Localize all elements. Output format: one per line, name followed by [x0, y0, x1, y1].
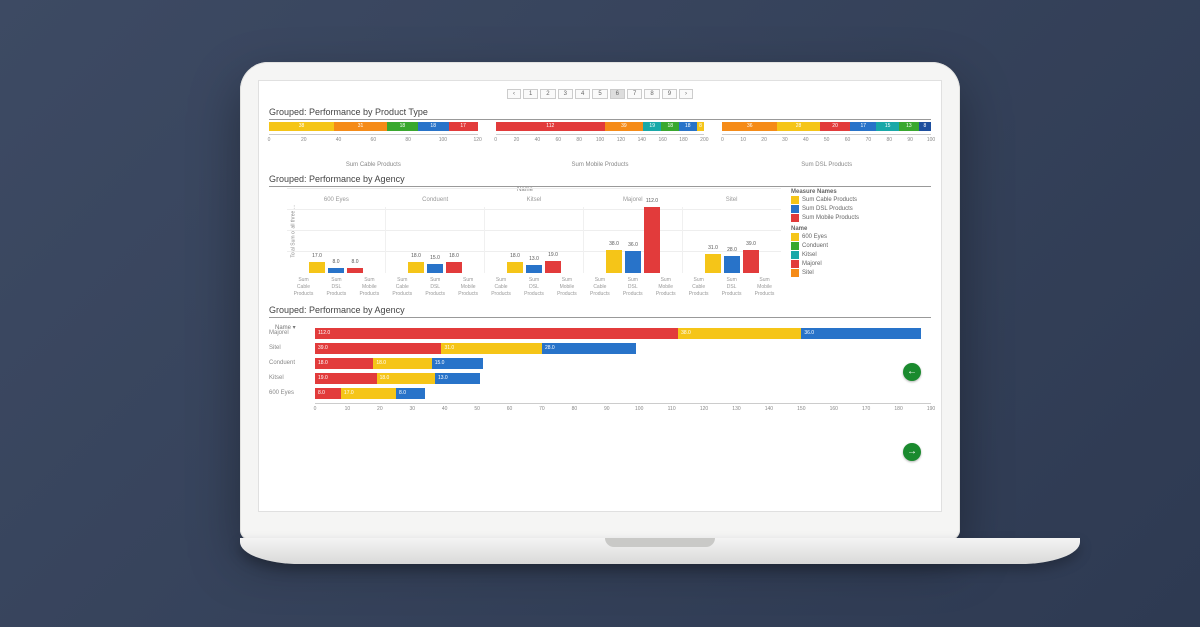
page-›[interactable]: › — [679, 89, 693, 99]
page-6[interactable]: 6 — [610, 89, 625, 99]
nav-back-button[interactable]: ← — [903, 363, 921, 381]
measure-legend: Measure Names Sum Cable ProductsSum DSL … — [791, 189, 931, 222]
page-4[interactable]: 4 — [575, 89, 590, 99]
chart3-title: Grouped: Performance by Agency — [269, 305, 931, 315]
sort-indicator[interactable]: Name ▾ — [275, 324, 296, 331]
page-5[interactable]: 5 — [592, 89, 607, 99]
name-legend: Name 600 EyesConduentKitselMajorelSitel — [791, 226, 931, 277]
chart-performance-by-agency-stacked: Name ▾ Majorel112.038.036.0Sitel39.031.0… — [269, 326, 931, 446]
page-9[interactable]: 9 — [662, 89, 677, 99]
page-2[interactable]: 2 — [540, 89, 555, 99]
page-7[interactable]: 7 — [627, 89, 642, 99]
laptop-mock: ‹123456789› Grouped: Performance by Prod… — [240, 62, 960, 566]
chart-performance-by-agency-grouped: Name Total Sum of all three … 600 EyesCo… — [269, 189, 781, 299]
chart2-title: Grouped: Performance by Agency — [269, 174, 931, 184]
page-1[interactable]: 1 — [523, 89, 538, 99]
page-8[interactable]: 8 — [644, 89, 659, 99]
paginator: ‹123456789› — [269, 89, 931, 99]
legend-panel: Measure Names Sum Cable ProductsSum DSL … — [781, 189, 931, 299]
page-3[interactable]: 3 — [558, 89, 573, 99]
chart1-title: Grouped: Performance by Product Type — [269, 107, 931, 117]
nav-forward-button[interactable]: → — [903, 443, 921, 461]
chart-performance-by-product-type: 3831181817020406080100120Sum Cable Produ… — [269, 122, 931, 168]
page-‹[interactable]: ‹ — [507, 89, 521, 99]
dashboard-screen: ‹123456789› Grouped: Performance by Prod… — [258, 80, 942, 512]
